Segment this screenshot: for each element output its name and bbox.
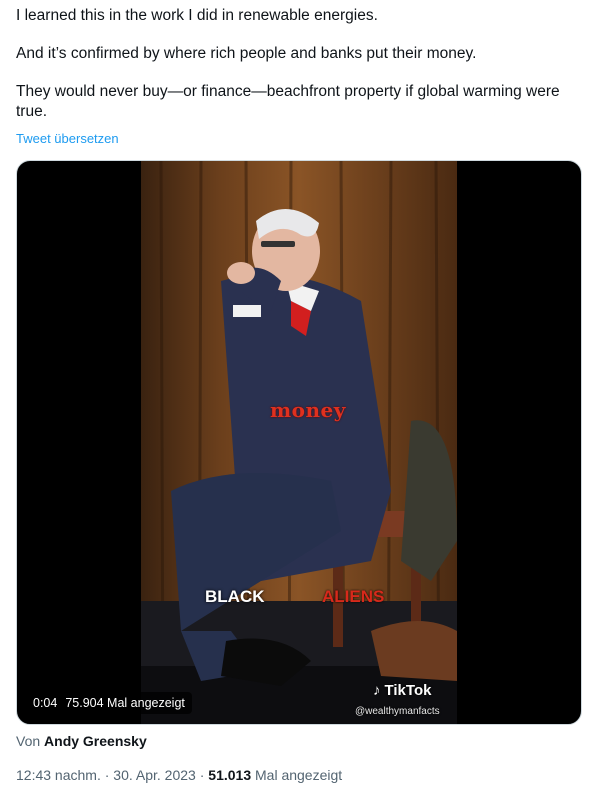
tiktok-handle: @wealthymanfacts [355, 706, 440, 717]
tweet-text: I learned this in the work I did in rene… [16, 6, 576, 122]
attribution-author-link[interactable]: Andy Greensky [44, 733, 147, 749]
tweet-paragraph: And it’s confirmed by where rich people … [16, 45, 477, 62]
video-player[interactable] [16, 160, 582, 725]
video-caption-aliens: ALIENS [322, 587, 385, 606]
tiktok-icon: ♪ [373, 682, 381, 699]
tweet-time-link[interactable]: 12:43 nachm. [16, 767, 101, 783]
meta-separator: · [199, 767, 205, 783]
tweet-paragraph: I learned this in the work I did in rene… [16, 7, 378, 24]
attribution-prefix: Von [16, 733, 41, 749]
video-frame[interactable] [141, 161, 457, 724]
video-info-pill: 0:04 75.904 Mal angezeigt [26, 692, 192, 714]
tiktok-watermark: ♪ TikTok [373, 682, 431, 699]
tiktok-label: TikTok [384, 682, 432, 699]
tweet-date-link[interactable]: 30. Apr. 2023 [113, 767, 196, 783]
video-still [141, 161, 457, 724]
tweet-view-label: Mal angezeigt [255, 767, 343, 783]
meta-separator: · [104, 767, 110, 783]
translate-tweet-link[interactable]: Tweet übersetzen [16, 131, 119, 146]
tweet-view-count: 51.013 [208, 767, 252, 783]
tweet-meta: 12:43 nachm. · 30. Apr. 2023 · 51.013 Ma… [16, 767, 342, 783]
video-caption-money: money [270, 398, 346, 422]
video-caption-black: BLACK [205, 587, 265, 606]
video-duration: 0:04 [33, 696, 58, 710]
video-view-count: 75.904 Mal angezeigt [65, 696, 185, 710]
video-attribution: Von Andy Greensky [16, 733, 147, 749]
tweet-paragraph: They would never buy—or finance—beachfro… [16, 83, 560, 120]
